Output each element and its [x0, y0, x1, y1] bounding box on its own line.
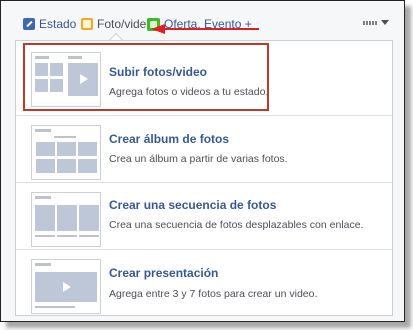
tab-estado-label: Estado	[39, 17, 77, 31]
thumb-carousel-card	[79, 205, 99, 231]
thumb-photo-tile	[78, 159, 97, 173]
thumb-photo-tile	[50, 63, 63, 76]
thumb-photo-tile	[35, 79, 48, 92]
slideshow-thumbnail	[31, 259, 101, 314]
composer-tab-bar: Estado Foto/video Oferta, Evento +	[1, 1, 404, 41]
tab-foto-video-label: Foto/video	[97, 17, 154, 31]
audience-icon	[363, 20, 377, 25]
menu-option-create-slideshow[interactable]: Crear presentación Agrega entre 3 y 7 fo…	[16, 249, 392, 315]
annotation-arrow-head	[151, 24, 165, 34]
thumb-carousel-card	[35, 205, 55, 231]
thumb-header-line	[35, 263, 51, 266]
option-description: Agrega fotos o videos a tu estado.	[109, 86, 269, 98]
album-thumbnail	[31, 125, 101, 180]
play-icon	[63, 282, 71, 292]
thumb-photo-tile	[57, 159, 76, 173]
play-icon	[80, 74, 88, 84]
option-description: Crea un álbum a partir de varias fotos.	[109, 153, 288, 165]
thumb-carousel-card	[57, 205, 77, 231]
tab-foto-video[interactable]: Foto/video	[81, 15, 153, 33]
option-title: Subir fotos/video	[109, 65, 208, 79]
thumb-photo-tile	[36, 159, 55, 173]
photo-video-dropdown: Subir fotos/video Agrega fotos o videos …	[15, 40, 393, 316]
thumb-text-line	[54, 136, 76, 138]
thumb-photo-tile	[35, 63, 48, 76]
thumb-header-line	[68, 56, 82, 59]
window-frame: Estado Foto/video Oferta, Evento + Subir…	[0, 0, 405, 322]
photo-icon	[81, 18, 93, 30]
thumb-photo-tile	[50, 79, 63, 92]
thumb-header-line	[35, 129, 51, 132]
carousel-thumbnail	[31, 192, 101, 247]
thumb-photo-tile	[78, 142, 97, 156]
pencil-icon	[23, 18, 35, 30]
thumb-header-line	[35, 56, 49, 59]
thumb-text-line	[57, 235, 77, 237]
option-description: Crea una secuencia de fotos desplazables…	[109, 219, 364, 231]
menu-option-upload-photos-video[interactable]: Subir fotos/video Agrega fotos o videos …	[16, 43, 392, 115]
privacy-selector[interactable]	[363, 20, 389, 25]
option-description: Agrega entre 3 y 7 fotos para crear un v…	[109, 288, 318, 300]
thumb-photo-tile	[57, 142, 76, 156]
chevron-down-icon	[381, 20, 389, 25]
thumb-text-line	[79, 235, 99, 237]
thumb-header-line	[35, 196, 51, 199]
option-title: Crear una secuencia de fotos	[109, 198, 277, 212]
upload-photos-thumbnail	[31, 52, 101, 107]
option-title: Crear presentación	[109, 266, 219, 280]
tab-estado[interactable]: Estado	[23, 15, 76, 33]
option-title: Crear álbum de fotos	[109, 132, 230, 146]
thumb-photo-tile	[36, 142, 55, 156]
thumb-text-line	[35, 306, 75, 308]
menu-option-create-carousel[interactable]: Crear una secuencia de fotos Crea una se…	[16, 182, 392, 248]
menu-option-create-album[interactable]: Crear álbum de fotos Crea un álbum a par…	[16, 115, 392, 181]
annotation-arrow-line	[164, 28, 259, 30]
thumb-text-line	[35, 235, 55, 237]
